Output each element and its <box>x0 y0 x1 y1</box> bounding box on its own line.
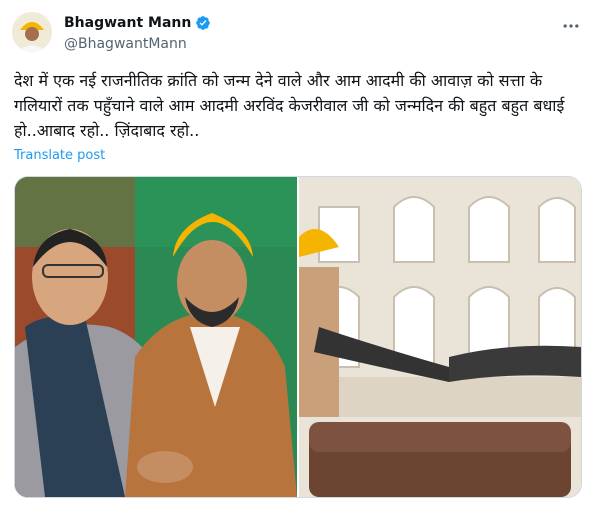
photo-room-video-still[interactable] <box>299 177 581 497</box>
translate-post-link[interactable]: Translate post <box>14 148 105 163</box>
tweet-text: देश में एक नई राजनीतिक क्रांति को जन्म द… <box>14 71 570 140</box>
author-display-name[interactable]: Bhagwant Mann <box>64 15 191 31</box>
photo-two-men-handshake[interactable] <box>15 177 299 497</box>
tweet-card: Bhagwant Mann @BhagwantMann देश में एक न… <box>0 0 601 507</box>
verified-badge-icon <box>196 16 211 30</box>
author-avatar[interactable] <box>12 12 52 52</box>
more-icon[interactable] <box>561 16 581 41</box>
tweet-media[interactable] <box>14 176 582 498</box>
author-name-row[interactable]: Bhagwant Mann <box>64 15 211 31</box>
author-handle[interactable]: @BhagwantMann <box>64 36 187 52</box>
